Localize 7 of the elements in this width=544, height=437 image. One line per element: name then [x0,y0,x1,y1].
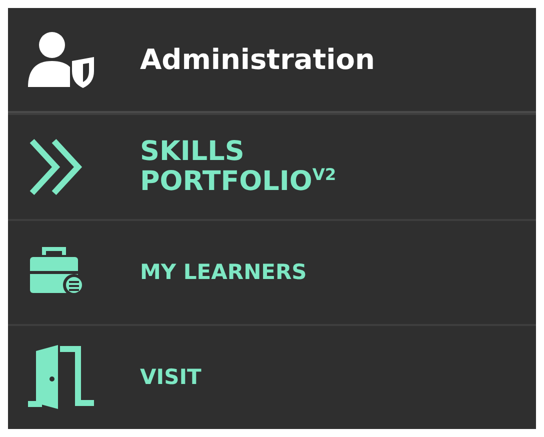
menu-item-label: MY LEARNERS [140,261,307,284]
menu-item[interactable]: MY LEARNERS [8,218,536,324]
menu-item-label: Administration [140,44,375,74]
menu-item[interactable]: SKILLS PORTFOLIO$^{V2}$ [8,113,536,218]
menu-item-label: VISIT [140,366,202,388]
menu-item-label: SKILLS PORTFOLIO$^{V2}$ [140,138,336,196]
menu-item[interactable]: VISIT [8,324,536,429]
